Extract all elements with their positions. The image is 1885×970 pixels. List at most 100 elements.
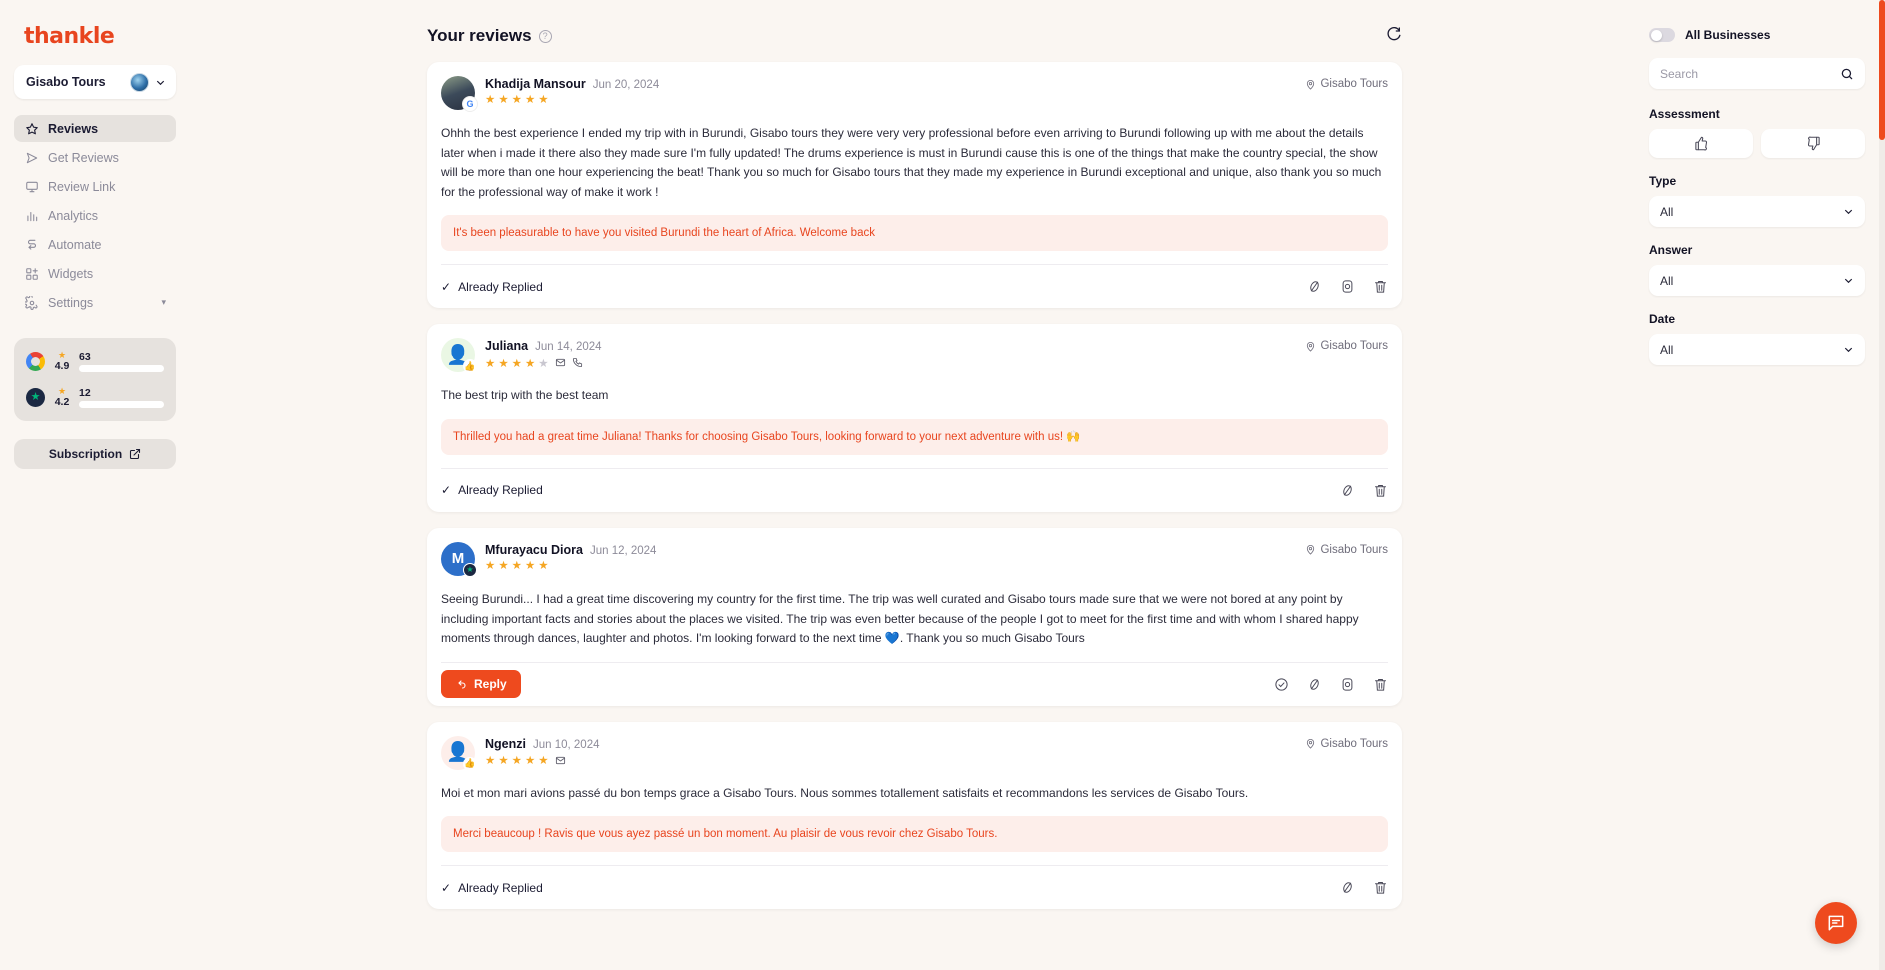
trustpilot-logo-icon: ★ <box>26 388 45 407</box>
star-icon: ★ <box>485 559 496 572</box>
review-actions-bar: ✓ Already Replied <box>441 264 1388 308</box>
email-icon[interactable] <box>555 755 566 769</box>
send-icon <box>24 150 39 165</box>
business-name: Gisabo Tours <box>26 75 106 89</box>
rating-stars: ★ ★ ★ ★ ★ <box>485 357 1305 371</box>
review-location: Gisabo Tours <box>1305 338 1388 352</box>
star-icon: ★ <box>511 559 522 572</box>
review-date: Jun 12, 2024 <box>589 544 657 557</box>
chat-bubble-button[interactable] <box>1815 902 1857 944</box>
review-text: The best trip with the best team <box>441 388 609 403</box>
reviewer-name: Khadija Mansour <box>485 77 586 91</box>
date-select[interactable]: All <box>1649 334 1865 365</box>
trash-action[interactable] <box>1373 483 1388 498</box>
subscription-button[interactable]: Subscription <box>14 439 176 469</box>
logo-text: thankle <box>24 24 115 49</box>
instagram-action[interactable] <box>1340 677 1355 692</box>
phone-icon[interactable] <box>572 357 583 371</box>
star-icon: ★ <box>57 350 67 360</box>
review-count: 12 <box>79 387 91 399</box>
reviews-list: G Khadija Mansour Jun 20, 2024 ★ ★ ★ ★ ★ Gisabo … <box>427 62 1402 910</box>
review-location-label: Gisabo Tours <box>1320 78 1388 90</box>
review-location-label: Gisabo Tours <box>1320 340 1388 353</box>
hide-action[interactable] <box>1340 880 1355 895</box>
trash-action[interactable] <box>1373 677 1388 692</box>
chevron-down-icon <box>1844 278 1853 284</box>
instagram-action[interactable] <box>1340 279 1355 294</box>
all-businesses-toggle[interactable] <box>1649 28 1675 42</box>
review-location-label: Gisabo Tours <box>1320 737 1388 750</box>
sidebar-item-label: Analytics <box>48 208 99 223</box>
business-selector[interactable]: Gisabo Tours <box>14 65 176 99</box>
type-value: All <box>1660 204 1674 219</box>
action-icons <box>1340 483 1388 498</box>
avatar-wrap: 👤 👍 <box>441 338 477 374</box>
star-icon: ★ <box>485 755 496 767</box>
star-icon <box>24 121 39 136</box>
review-meta: Mfurayacu Diora Jun 12, 2024 ★ ★ ★ ★ ★ <box>485 542 1305 573</box>
answer-label: Answer <box>1649 243 1693 257</box>
email-icon[interactable] <box>555 357 566 371</box>
avatar-wrap: G <box>441 76 477 111</box>
review-location-label: Gisabo Tours <box>1320 543 1388 556</box>
hide-action[interactable] <box>1307 677 1322 692</box>
review-text: Ohhh the best experience I ended my trip… <box>441 126 1382 199</box>
star-icon: ★ <box>485 94 496 106</box>
hide-action[interactable] <box>1307 279 1322 294</box>
refresh-icon[interactable] <box>1386 26 1402 46</box>
review-date: Jun 14, 2024 <box>535 341 602 354</box>
reply-button[interactable]: Reply <box>441 670 521 699</box>
scrollbar-thumb[interactable] <box>1879 0 1885 140</box>
left-sidebar: thankle Gisabo Tours Reviews Get Reviews <box>0 0 190 970</box>
star-icon: ★ <box>524 94 536 106</box>
review-date: Jun 20, 2024 <box>592 79 660 91</box>
sidebar-item-widgets[interactable]: Widgets <box>14 260 176 287</box>
rating-value: 4.9 <box>54 360 70 372</box>
review-meta: Ngenzi Jun 10, 2024 ★ ★ ★ ★ ★ <box>485 736 1305 769</box>
star-icon: ★ <box>538 94 549 106</box>
hide-action[interactable] <box>1340 483 1355 498</box>
sidebar-item-label: Widgets <box>48 266 94 281</box>
search-box[interactable] <box>1649 58 1865 89</box>
app-root: thankle Gisabo Tours Reviews Get Reviews <box>0 0 1885 970</box>
sidebar-item-review-link[interactable]: Review Link <box>14 173 176 200</box>
sidebar-item-get-reviews[interactable]: Get Reviews <box>14 144 176 171</box>
review-actions-bar: Reply <box>441 661 1388 706</box>
star-icon: ★ <box>524 357 536 370</box>
help-circle-icon[interactable]: ? <box>538 29 552 43</box>
search-icon[interactable] <box>1840 67 1854 81</box>
chevron-down-icon <box>1844 209 1853 215</box>
type-select[interactable]: All <box>1649 196 1865 227</box>
check-circle-action[interactable] <box>1274 677 1289 692</box>
answer-select[interactable]: All <box>1649 265 1865 296</box>
trash-action[interactable] <box>1373 880 1388 895</box>
thumbs-up-badge-icon: 👍 <box>463 359 477 374</box>
chevron-down-icon <box>1844 347 1853 353</box>
review-text: Moi et mon mari avions passé du bon temp… <box>441 785 1249 800</box>
progress-track <box>79 401 164 408</box>
date-value: All <box>1660 342 1674 357</box>
chat-bubble-icon <box>1828 915 1844 931</box>
sidebar-item-analytics[interactable]: Analytics <box>14 202 176 229</box>
already-replied-label: Already Replied <box>458 880 543 895</box>
rating-stars: ★ ★ ★ ★ ★ <box>485 94 1305 107</box>
already-replied-status: ✓ Already Replied <box>441 881 543 895</box>
rating-bar-group: 12 <box>79 387 164 408</box>
star-icon: ★ <box>511 94 522 106</box>
sidebar-item-reviews[interactable]: Reviews <box>14 115 176 142</box>
page-scrollbar[interactable] <box>1879 0 1885 970</box>
check-icon: ✓ <box>441 279 452 294</box>
sidebar-item-automate[interactable]: Automate <box>14 231 176 258</box>
name-line: Khadija Mansour Jun 20, 2024 <box>485 77 1305 91</box>
review-location: Gisabo Tours <box>1305 542 1388 556</box>
sidebar-item-label: Settings <box>48 295 94 310</box>
thumbs-down-button[interactable] <box>1761 129 1865 158</box>
sidebar-item-settings[interactable]: Settings ▾ <box>14 289 176 316</box>
search-input[interactable] <box>1660 66 1840 81</box>
thumbs-up-button[interactable] <box>1649 129 1753 158</box>
external-link-icon <box>130 448 141 460</box>
bar-chart-icon <box>24 208 39 223</box>
trash-action[interactable] <box>1373 279 1388 294</box>
review-meta: Khadija Mansour Jun 20, 2024 ★ ★ ★ ★ ★ <box>485 76 1305 107</box>
all-businesses-label: All Businesses <box>1685 28 1771 42</box>
